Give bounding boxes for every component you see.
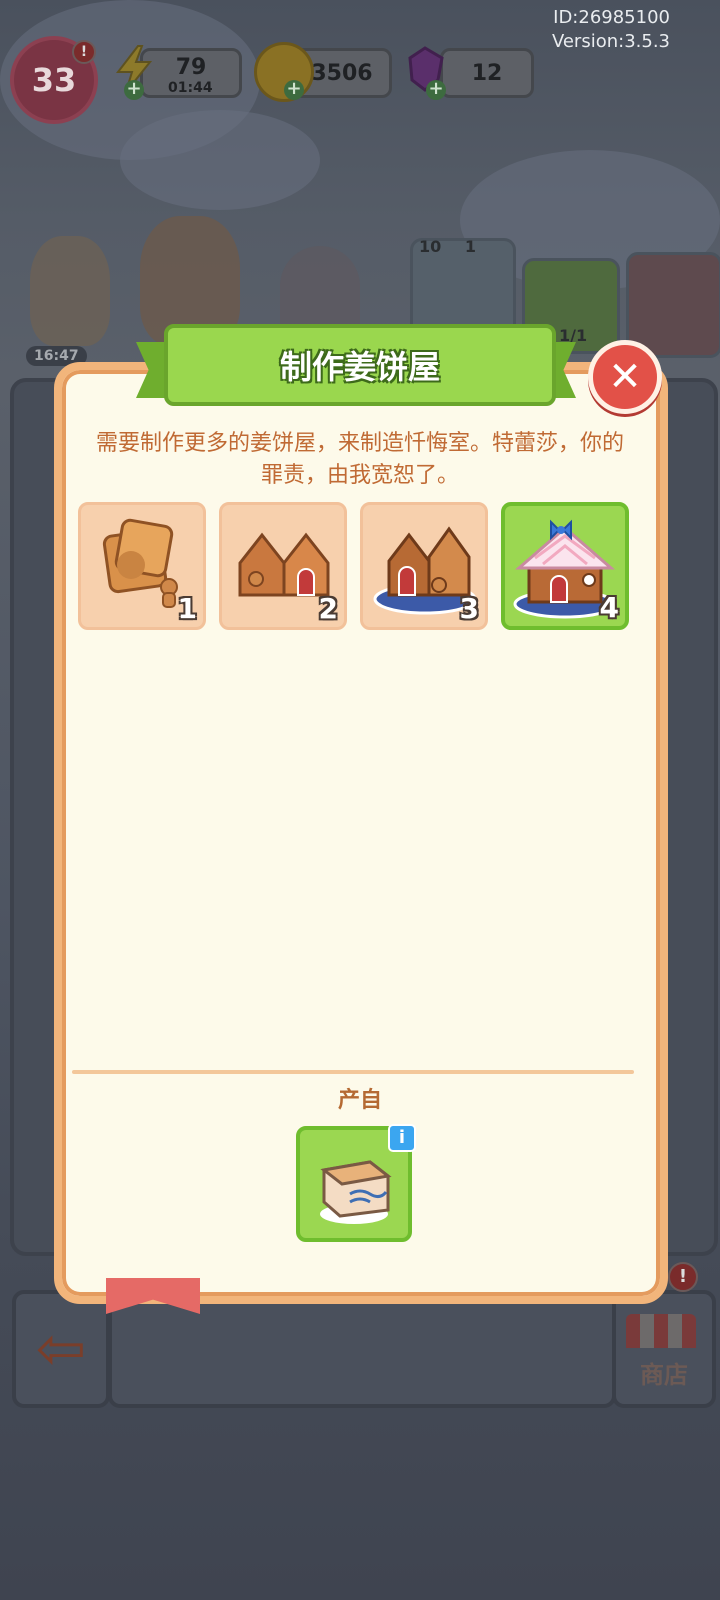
level-alert-badge: ! bbox=[72, 40, 96, 64]
player-id: ID:26985100 bbox=[553, 7, 670, 28]
close-button[interactable]: ✕ bbox=[588, 340, 662, 414]
shop-alert-badge: ! bbox=[668, 1262, 698, 1292]
source-label: 产自 bbox=[337, 1088, 382, 1113]
add-gems-icon[interactable]: + bbox=[426, 80, 446, 100]
gem-counter[interactable]: 12 bbox=[440, 48, 534, 98]
dialog-title: 制作姜饼屋 bbox=[279, 348, 440, 386]
chain-level-4: 4 bbox=[599, 591, 619, 624]
snowman-character bbox=[30, 236, 110, 346]
exit-icon: ⇦ bbox=[35, 1314, 87, 1384]
gem-value: 12 bbox=[471, 60, 503, 86]
add-energy-icon[interactable]: + bbox=[124, 80, 144, 100]
dialog-description: 需要制作更多的姜饼屋，来制造忏悔室。特蕾莎，你的罪责，由我宽恕了。 bbox=[95, 431, 624, 488]
chain-level-1: 1 bbox=[177, 592, 197, 625]
level-number: 33 bbox=[31, 61, 77, 99]
dialog-title-ribbon: 制作姜饼屋 bbox=[136, 324, 576, 406]
snow-bush bbox=[120, 110, 320, 210]
chain-item-3[interactable]: 3 bbox=[360, 502, 488, 630]
add-coins-icon[interactable]: + bbox=[284, 80, 304, 100]
energy-value: 79 bbox=[175, 54, 207, 80]
chain-item-1[interactable]: 1 bbox=[78, 502, 206, 630]
chain-item-2[interactable]: 2 bbox=[219, 502, 347, 630]
order-count-b: 1 bbox=[464, 237, 476, 256]
ribbon-banner: 制作姜饼屋 bbox=[164, 324, 556, 406]
section-divider bbox=[72, 1070, 634, 1074]
energy-timer: 01:44 bbox=[168, 80, 213, 96]
shop-icon bbox=[626, 1314, 696, 1348]
source-info-icon[interactable]: i bbox=[388, 1124, 416, 1152]
build-info: ID:26985100 Version:3.5.3 bbox=[552, 6, 670, 54]
order-count-a: 10 bbox=[419, 237, 442, 256]
shop-label: 商店 bbox=[640, 1361, 688, 1389]
chain-item-4[interactable]: 4 bbox=[501, 502, 629, 630]
close-icon: ✕ bbox=[608, 354, 642, 400]
shop-button[interactable]: 商店 bbox=[612, 1290, 716, 1408]
stone-arch bbox=[280, 246, 360, 336]
order-card[interactable] bbox=[626, 252, 720, 358]
chain-level-3: 3 bbox=[459, 592, 479, 625]
version-text: Version:3.5.3 bbox=[551, 31, 670, 52]
coin-value: 3506 bbox=[311, 60, 373, 86]
chain-level-2: 2 bbox=[318, 592, 338, 625]
exit-button[interactable]: ⇦ bbox=[12, 1290, 110, 1408]
